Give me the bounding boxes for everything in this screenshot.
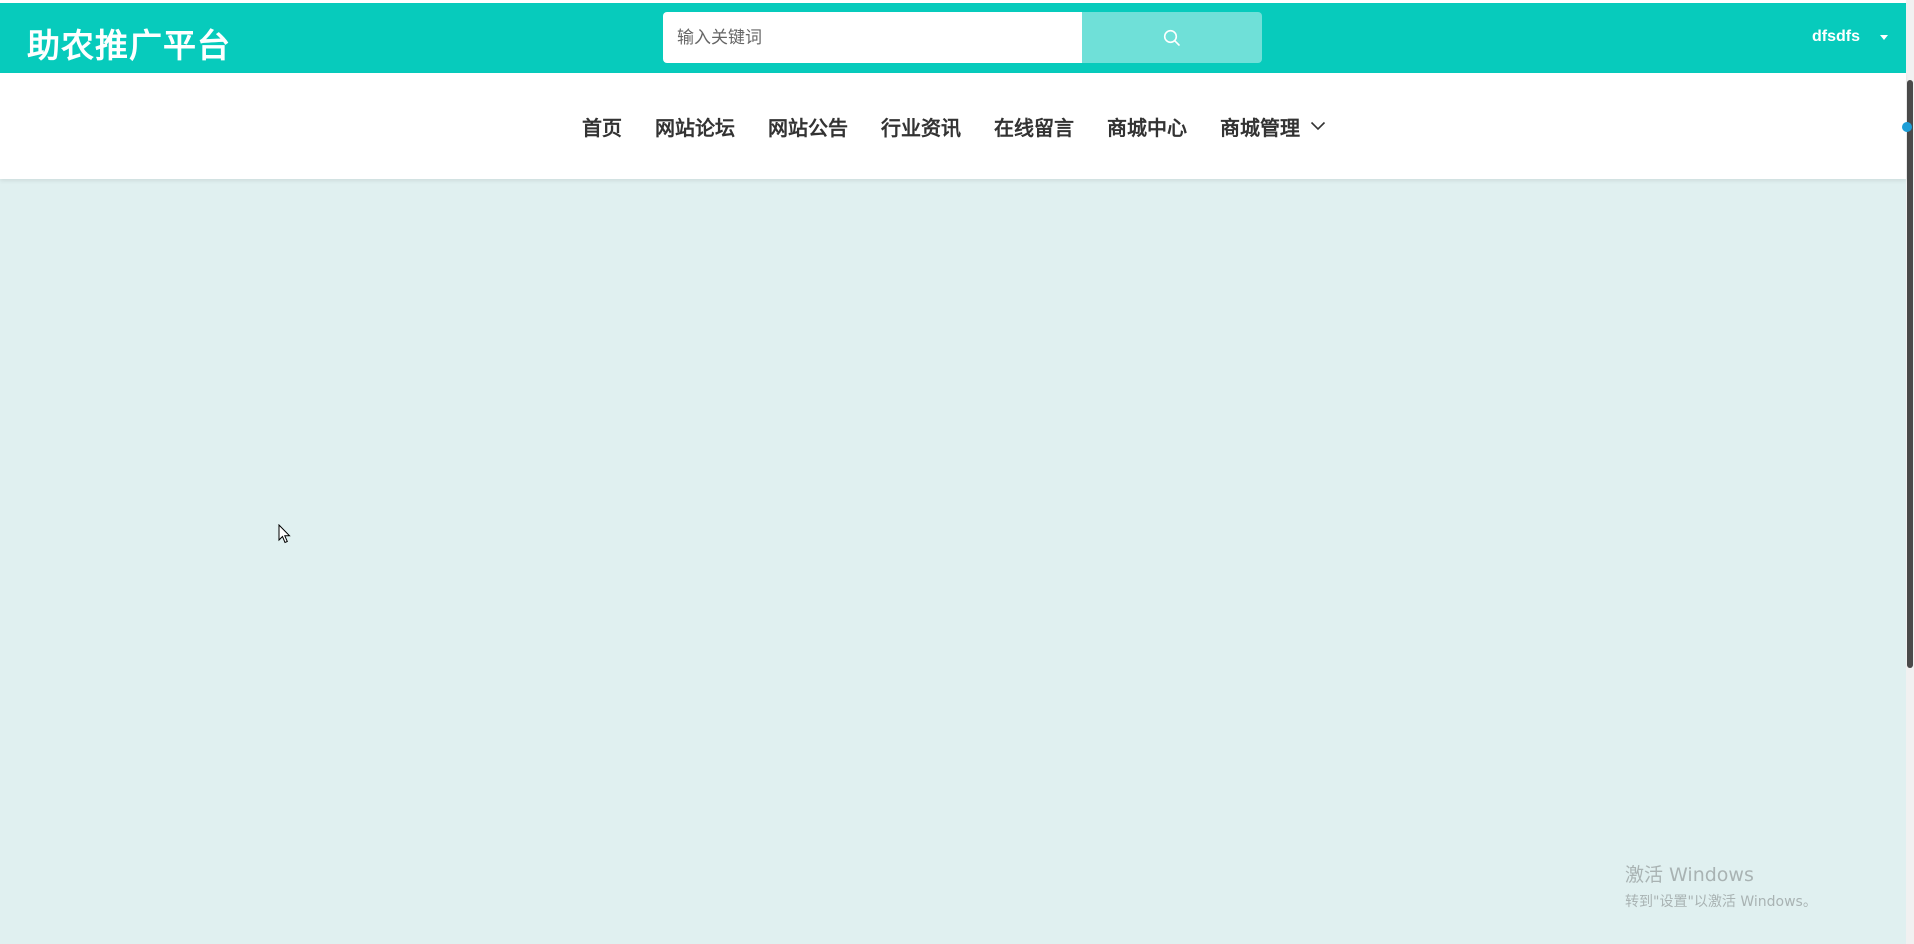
- user-menu[interactable]: dfsdfs: [1812, 28, 1888, 46]
- top-header-bar: 助农推广平台 dfsdfs: [0, 3, 1906, 73]
- watermark-title: 激活 Windows: [1625, 864, 1754, 886]
- nav-item-industry-news[interactable]: 行业资讯: [881, 112, 961, 141]
- nav-label: 商城中心: [1107, 115, 1187, 140]
- search-icon: [1163, 29, 1180, 46]
- nav-label: 首页: [582, 115, 622, 140]
- chevron-down-icon: [1310, 121, 1326, 131]
- nav-label: 网站公告: [768, 115, 848, 140]
- nav-item-mall-management[interactable]: 商城管理: [1220, 112, 1326, 141]
- nav-label: 行业资讯: [881, 115, 961, 140]
- nav-item-messages[interactable]: 在线留言: [994, 112, 1074, 141]
- watermark-subtitle: 转到"设置"以激活 Windows。: [1625, 894, 1817, 910]
- nav-item-home[interactable]: 首页: [582, 112, 622, 141]
- nav-item-forum[interactable]: 网站论坛: [655, 112, 735, 141]
- username: dfsdfs: [1812, 28, 1860, 45]
- nav-list: 首页 网站论坛 网站公告 行业资讯 在线留言 商城中心 商城管理: [582, 73, 1326, 179]
- page: 助农推广平台 dfsdfs 首页 网站论坛 网站公告 行业资讯: [0, 0, 1914, 944]
- nav-item-mall-center[interactable]: 商城中心: [1107, 112, 1187, 141]
- main-content: [0, 179, 1906, 944]
- nav-label: 网站论坛: [655, 115, 735, 140]
- main-nav: 首页 网站论坛 网站公告 行业资讯 在线留言 商城中心 商城管理: [0, 73, 1906, 179]
- nav-label: 在线留言: [994, 115, 1074, 140]
- search-button[interactable]: [1082, 12, 1262, 63]
- scroll-indicator-dot: [1902, 122, 1912, 132]
- site-logo[interactable]: 助农推广平台: [27, 19, 231, 67]
- nav-label: 商城管理: [1220, 115, 1300, 140]
- page-scrollbar[interactable]: [1906, 0, 1914, 944]
- search-input[interactable]: [663, 12, 1082, 63]
- caret-down-icon: [1880, 34, 1888, 40]
- mouse-cursor-icon: [278, 524, 291, 544]
- nav-item-announcements[interactable]: 网站公告: [768, 112, 848, 141]
- scrollbar-thumb[interactable]: [1907, 80, 1913, 668]
- windows-activation-watermark: 激活 Windows 转到"设置"以激活 Windows。: [1625, 860, 1817, 911]
